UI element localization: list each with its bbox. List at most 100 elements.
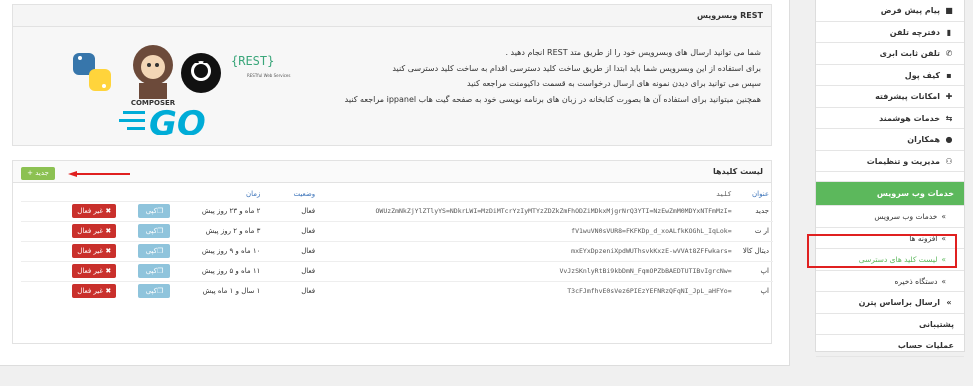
key-name: ار ت — [735, 220, 773, 241]
key-time: ۱۱ ماه و ۵ روز پیش — [174, 260, 265, 281]
sidebar-item-label: امکانات پیشرفته — [875, 92, 940, 101]
desc-line-2: برای استفاده از این وبسرویس شما باید ابت… — [392, 63, 761, 73]
row-actions: ❐کپی ✖ غیر فعال — [21, 280, 175, 301]
sidebar-sub-label: دستگاه ذخیره — [894, 276, 938, 286]
table-row: اپ =T3cFJmfhvE0sVez6PIEzYEFNRzQFqNI_JpL_… — [21, 280, 773, 301]
sidebar-item-cloud-phone[interactable]: ✆ تلفن ثابت ابری — [816, 43, 964, 65]
key-status: فعال — [264, 200, 320, 221]
sidebar-active-label: خدمات وب سرویس — [876, 189, 954, 198]
wallet-icon: ▪ — [946, 70, 952, 80]
key-name: اپ — [735, 280, 773, 301]
sidebar-item-account[interactable]: عملیات حساب — [816, 335, 964, 357]
rest-service-panel: وبسرویس REST شما می توانید ارسال های وبس… — [12, 4, 772, 146]
desc-line-3: سپس می توانید برای دیدن نمونه های ارسال … — [467, 79, 761, 88]
copy-button[interactable]: ❐کپی — [138, 284, 171, 299]
sidebar-item-default-message[interactable]: ■ پیام پیش فرض — [816, 0, 964, 22]
sidebar-item-label: کیف پول — [904, 70, 940, 80]
copy-label: کپی — [145, 247, 157, 255]
copy-button[interactable]: ❐کپی — [138, 224, 171, 238]
key-time: ۱۰ ماه و ۹ روز پیش — [174, 240, 265, 261]
composer-logo-icon[interactable]: COMPOSER — [131, 45, 176, 107]
book-icon: ■ — [945, 6, 953, 15]
sidebar-item-label: همکاران — [907, 135, 940, 144]
table-row: دیتال کالا =mxEYxDpzeniXpdWUThsvkKxzE-wV… — [21, 240, 773, 261]
column-title[interactable]: عنوان — [736, 187, 773, 201]
user-icon: ● — [945, 135, 953, 144]
copy-icon: ❐ — [156, 247, 164, 255]
key-value: =mxEYxDpzeniXpdWUThsvkKxzE-wVVAt8ZFFwkar… — [319, 240, 736, 261]
sidebar-item-label: مدیریت و تنظیمات — [866, 156, 940, 166]
sidebar-item-wallet[interactable]: ▪ کیف پول — [816, 65, 964, 86]
sidebar-item-phonebook[interactable]: ▮ دفترچه تلفن — [816, 22, 964, 43]
rest-description: شما می توانید ارسال های وبسرویس خود را ا… — [341, 45, 761, 107]
close-icon: ✖ — [103, 207, 112, 215]
desc-line-4: همچنین میتوانید برای استفاده آن ها بصورت… — [344, 94, 761, 104]
rest-logo-sub: RESTful Web Services — [247, 73, 290, 78]
key-time: ۱ سال و ۱ ماه پیش — [174, 280, 265, 301]
disable-label: غیر فعال — [77, 227, 104, 235]
sdk-logos: COMPOSER {REST} RESTful Web Services GO — [73, 35, 303, 144]
close-icon: ✖ — [103, 287, 112, 296]
disable-button[interactable]: ✖ غیر فعال — [72, 204, 117, 218]
column-time[interactable]: زمان — [174, 187, 264, 201]
sidebar-item-webservice[interactable]: خدمات وب سرویس — [816, 182, 964, 206]
key-name: جدید — [735, 200, 773, 221]
sidebar-sub-webservice[interactable]: »خدمات وب سرویس — [816, 206, 964, 228]
sidebar: ■ پیام پیش فرض ▮ دفترچه تلفن ✆ تلفن ثابت اب… — [815, 0, 965, 357]
rest-panel-title: وبسرویس REST — [13, 5, 771, 27]
disable-label: غیر فعال — [77, 247, 104, 255]
copy-label: کپی — [145, 267, 157, 275]
key-status: فعال — [264, 280, 320, 301]
add-key-button[interactable]: + جدید — [21, 167, 55, 180]
disable-button[interactable]: ✖ غیر فعال — [72, 224, 117, 238]
disable-label: غیر فعال — [77, 287, 104, 296]
disable-label: غیر فعال — [77, 207, 104, 215]
disable-button[interactable]: ✖ غیر فعال — [72, 264, 117, 278]
key-status: فعال — [264, 240, 320, 261]
github-logo-icon[interactable] — [181, 53, 221, 93]
go-logo-icon[interactable]: GO — [119, 104, 206, 144]
sidebar-item-support[interactable]: پشتیبانی — [816, 314, 964, 335]
table-row: جدید =OWUzZmNkZjYlZTlyYS=NDkrLWI=MzDiMTc… — [21, 200, 773, 221]
sidebar-item-pattern[interactable]: » ارسال براساس پترن — [816, 292, 964, 314]
keys-list-panel: لیست کلیدها + جدید عنوان کلید وضعیت زمان… — [12, 160, 773, 344]
column-status[interactable]: وضعیت — [264, 187, 319, 201]
users-icon: ⚇ — [945, 156, 953, 166]
copy-button[interactable]: ❐کپی — [138, 264, 171, 278]
row-actions: ❐کپی ✖ غیر فعال — [21, 200, 175, 221]
key-name: دیتال کالا — [735, 240, 773, 261]
key-value: =fV1wuVN0sVUR8=FKFKDp_d_xoALfkKOGhL_IqLo… — [319, 220, 736, 241]
key-value: =T3cFJmfhvE0sVez6PIEzYEFNRzQFqNI_JpL_aHF… — [319, 280, 736, 301]
rest-logo-icon[interactable]: {REST} RESTful Web Services — [231, 54, 290, 78]
python-logo-icon[interactable] — [73, 53, 111, 91]
copy-label: کپی — [145, 287, 157, 296]
column-key[interactable]: کلید — [319, 187, 736, 201]
desc-line-1: شما می توانید ارسال های وبسرویس خود را ا… — [505, 48, 761, 57]
sidebar-item-colleagues[interactable]: ● همکاران — [816, 129, 964, 151]
copy-button[interactable]: ❐کپی — [138, 204, 171, 218]
phonebook-icon: ▮ — [946, 27, 952, 37]
plus-icon: + — [27, 169, 33, 177]
sidebar-item-advanced[interactable]: ✚ امکانات پیشرفته — [816, 86, 964, 108]
sidebar-item-label: عملیات حساب — [897, 341, 954, 350]
key-status: فعال — [264, 260, 320, 281]
disable-button[interactable]: ✖ غیر فعال — [72, 244, 117, 258]
sidebar-sub-storage[interactable]: »دستگاه ذخیره — [816, 271, 964, 292]
disable-button[interactable]: ✖ غیر فعال — [72, 284, 117, 299]
column-actions — [21, 187, 174, 201]
key-name: اپ — [735, 260, 773, 281]
sidebar-item-smart-services[interactable]: ⇆ خدمات هوشمند — [816, 108, 964, 129]
copy-button[interactable]: ❐کپی — [138, 244, 171, 258]
sidebar-item-label: خدمات هوشمند — [879, 113, 940, 123]
sidebar-item-label: تلفن ثابت ابری — [879, 49, 940, 58]
sidebar-spacer — [816, 172, 964, 182]
copy-icon: ❐ — [156, 267, 164, 275]
table-row: ار ت =fV1wuVN0sVUR8=FKFKDp_d_xoALfkKOGhL… — [21, 220, 773, 241]
sidebar-sub-label: خدمات وب سرویس — [874, 212, 938, 221]
keys-table: عنوان کلید وضعیت زمان جدید =OWUzZmNkZjYl… — [21, 187, 773, 301]
add-key-label: جدید — [35, 169, 49, 177]
sidebar-item-management[interactable]: ⚇ مدیریت و تنظیمات — [816, 151, 964, 172]
close-icon: ✖ — [103, 227, 112, 235]
table-row: اپ =VvJzSKnlyRtBi9kbDmN_FqmOPZbBAEDTUTIB… — [21, 260, 773, 281]
row-actions: ❐کپی ✖ غیر فعال — [21, 260, 175, 281]
